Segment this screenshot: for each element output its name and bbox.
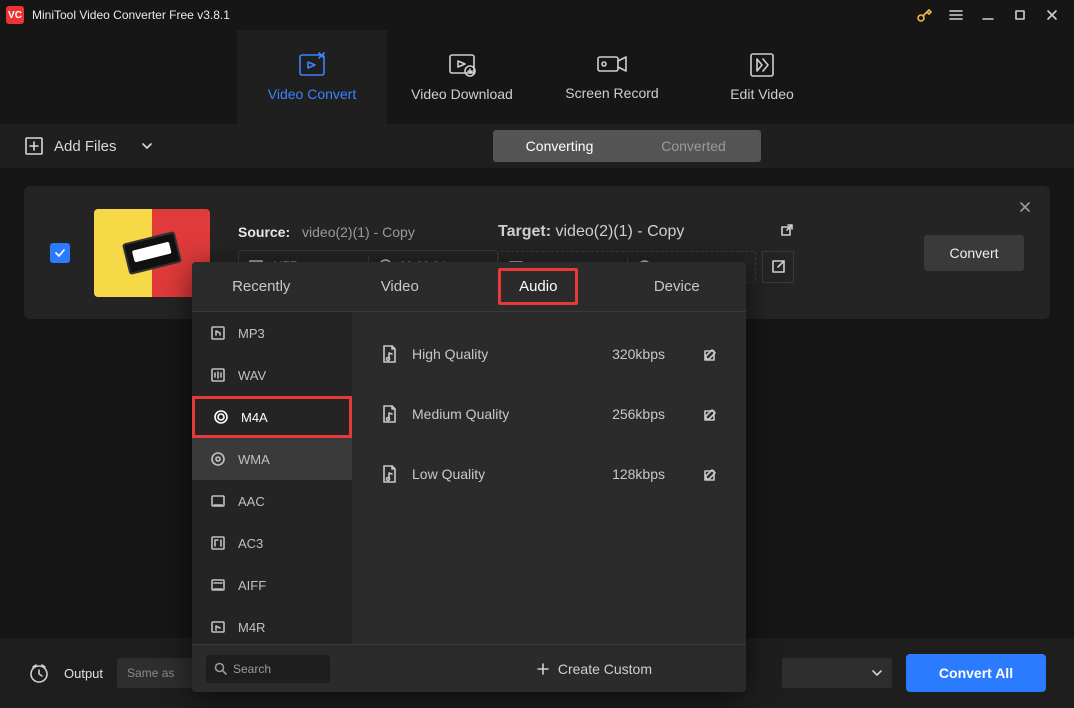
format-label: MP3 xyxy=(238,326,265,341)
conversion-state-pill: Converting Converted xyxy=(493,130,761,162)
edit-icon[interactable] xyxy=(703,347,718,362)
format-list[interactable]: MP3 WAV M4A WMA AAC AC3 AIFF M4R xyxy=(192,312,352,644)
format-item-m4r[interactable]: M4R xyxy=(192,606,352,644)
quality-row[interactable]: Medium Quality 256kbps xyxy=(352,390,746,438)
format-combo[interactable] xyxy=(782,658,892,688)
format-item-m4a[interactable]: M4A xyxy=(192,396,352,438)
target-label: Target: xyxy=(498,223,551,240)
format-icon xyxy=(210,367,226,383)
app-title: MiniTool Video Converter Free v3.8.1 xyxy=(32,8,908,22)
format-popup: Recently Video Audio Device MP3 WAV M4A WMA… xyxy=(192,262,746,692)
search-placeholder: Search xyxy=(233,662,271,676)
toolbar: Add Files Converting Converted xyxy=(0,124,1074,168)
quality-name: Medium Quality xyxy=(412,406,598,422)
create-custom-label: Create Custom xyxy=(558,661,652,677)
popup-tab-device[interactable]: Device xyxy=(608,278,747,295)
format-icon xyxy=(213,409,229,425)
format-label: M4R xyxy=(238,620,265,635)
tab-video-download[interactable]: Video Download xyxy=(387,30,537,124)
popup-tab-audio[interactable]: Audio xyxy=(469,278,608,295)
add-files-label: Add Files xyxy=(54,138,117,155)
source-name: video(2)(1) - Copy xyxy=(302,224,415,240)
format-icon xyxy=(210,619,226,635)
format-icon xyxy=(210,577,226,593)
tab-label: Screen Record xyxy=(565,85,658,101)
tab-screen-record[interactable]: Screen Record xyxy=(537,30,687,124)
music-file-icon xyxy=(380,404,398,424)
tab-label: Video Download xyxy=(411,86,513,102)
edit-icon[interactable] xyxy=(703,407,718,422)
quality-list: High Quality 320kbps Medium Quality 256kbps… xyxy=(352,312,746,644)
format-item-mp3[interactable]: MP3 xyxy=(192,312,352,354)
title-bar: VC MiniTool Video Converter Free v3.8.1 xyxy=(0,0,1074,30)
format-label: AAC xyxy=(238,494,265,509)
quality-name: Low Quality xyxy=(412,466,598,482)
quality-name: High Quality xyxy=(412,346,598,362)
format-icon xyxy=(210,451,226,467)
music-file-icon xyxy=(380,344,398,364)
format-icon xyxy=(210,493,226,509)
edit-target-button[interactable] xyxy=(762,251,794,283)
format-label: WMA xyxy=(238,452,270,467)
quality-bitrate: 256kbps xyxy=(612,406,665,422)
popup-footer: Search Create Custom xyxy=(192,644,746,692)
quality-row[interactable]: High Quality 320kbps xyxy=(352,330,746,378)
target-line: Target: video(2)(1) - Copy xyxy=(498,223,794,241)
format-item-wma[interactable]: WMA xyxy=(192,438,352,480)
output-label: Output xyxy=(64,666,103,681)
menu-icon[interactable] xyxy=(940,0,972,30)
tab-edit-video[interactable]: Edit Video xyxy=(687,30,837,124)
target-name: video(2)(1) - Copy xyxy=(556,223,685,240)
format-item-aac[interactable]: AAC xyxy=(192,480,352,522)
edit-icon[interactable] xyxy=(703,467,718,482)
format-icon xyxy=(210,535,226,551)
converted-tab[interactable]: Converted xyxy=(627,130,761,162)
format-label: WAV xyxy=(238,368,266,383)
converting-tab[interactable]: Converting xyxy=(493,130,627,162)
format-item-aiff[interactable]: AIFF xyxy=(192,564,352,606)
format-label: AC3 xyxy=(238,536,263,551)
quality-bitrate: 128kbps xyxy=(612,466,665,482)
format-item-wav[interactable]: WAV xyxy=(192,354,352,396)
popup-tab-video[interactable]: Video xyxy=(331,278,470,295)
create-custom-button[interactable]: Create Custom xyxy=(536,661,652,677)
key-icon[interactable] xyxy=(908,0,940,30)
remove-job-button[interactable] xyxy=(1018,200,1032,219)
search-input[interactable]: Search xyxy=(206,655,330,683)
music-file-icon xyxy=(380,464,398,484)
convert-button[interactable]: Convert xyxy=(924,235,1024,271)
clock-icon[interactable] xyxy=(28,662,50,684)
tab-video-convert[interactable]: Video Convert xyxy=(237,30,387,124)
add-files-button[interactable]: Add Files xyxy=(24,136,153,156)
maximize-button[interactable] xyxy=(1004,0,1036,30)
source-label: Source: xyxy=(238,224,290,240)
minimize-button[interactable] xyxy=(972,0,1004,30)
tab-label: Edit Video xyxy=(730,86,794,102)
chevron-down-icon xyxy=(141,140,153,152)
format-icon xyxy=(210,325,226,341)
tab-label: Video Convert xyxy=(268,86,356,102)
format-label: M4A xyxy=(241,410,268,425)
app-logo: VC xyxy=(6,6,24,24)
job-checkbox[interactable] xyxy=(50,243,70,263)
popup-tabs: Recently Video Audio Device xyxy=(192,262,746,312)
format-item-ac3[interactable]: AC3 xyxy=(192,522,352,564)
close-button[interactable] xyxy=(1036,0,1068,30)
quality-row[interactable]: Low Quality 128kbps xyxy=(352,450,746,498)
format-label: AIFF xyxy=(238,578,266,593)
external-icon[interactable] xyxy=(780,223,794,237)
quality-bitrate: 320kbps xyxy=(612,346,665,362)
convert-all-button[interactable]: Convert All xyxy=(906,654,1046,692)
source-line: Source: video(2)(1) - Copy xyxy=(238,224,498,240)
popup-tab-recently[interactable]: Recently xyxy=(192,278,331,295)
main-nav: Video Convert Video Download Screen Reco… xyxy=(0,30,1074,124)
